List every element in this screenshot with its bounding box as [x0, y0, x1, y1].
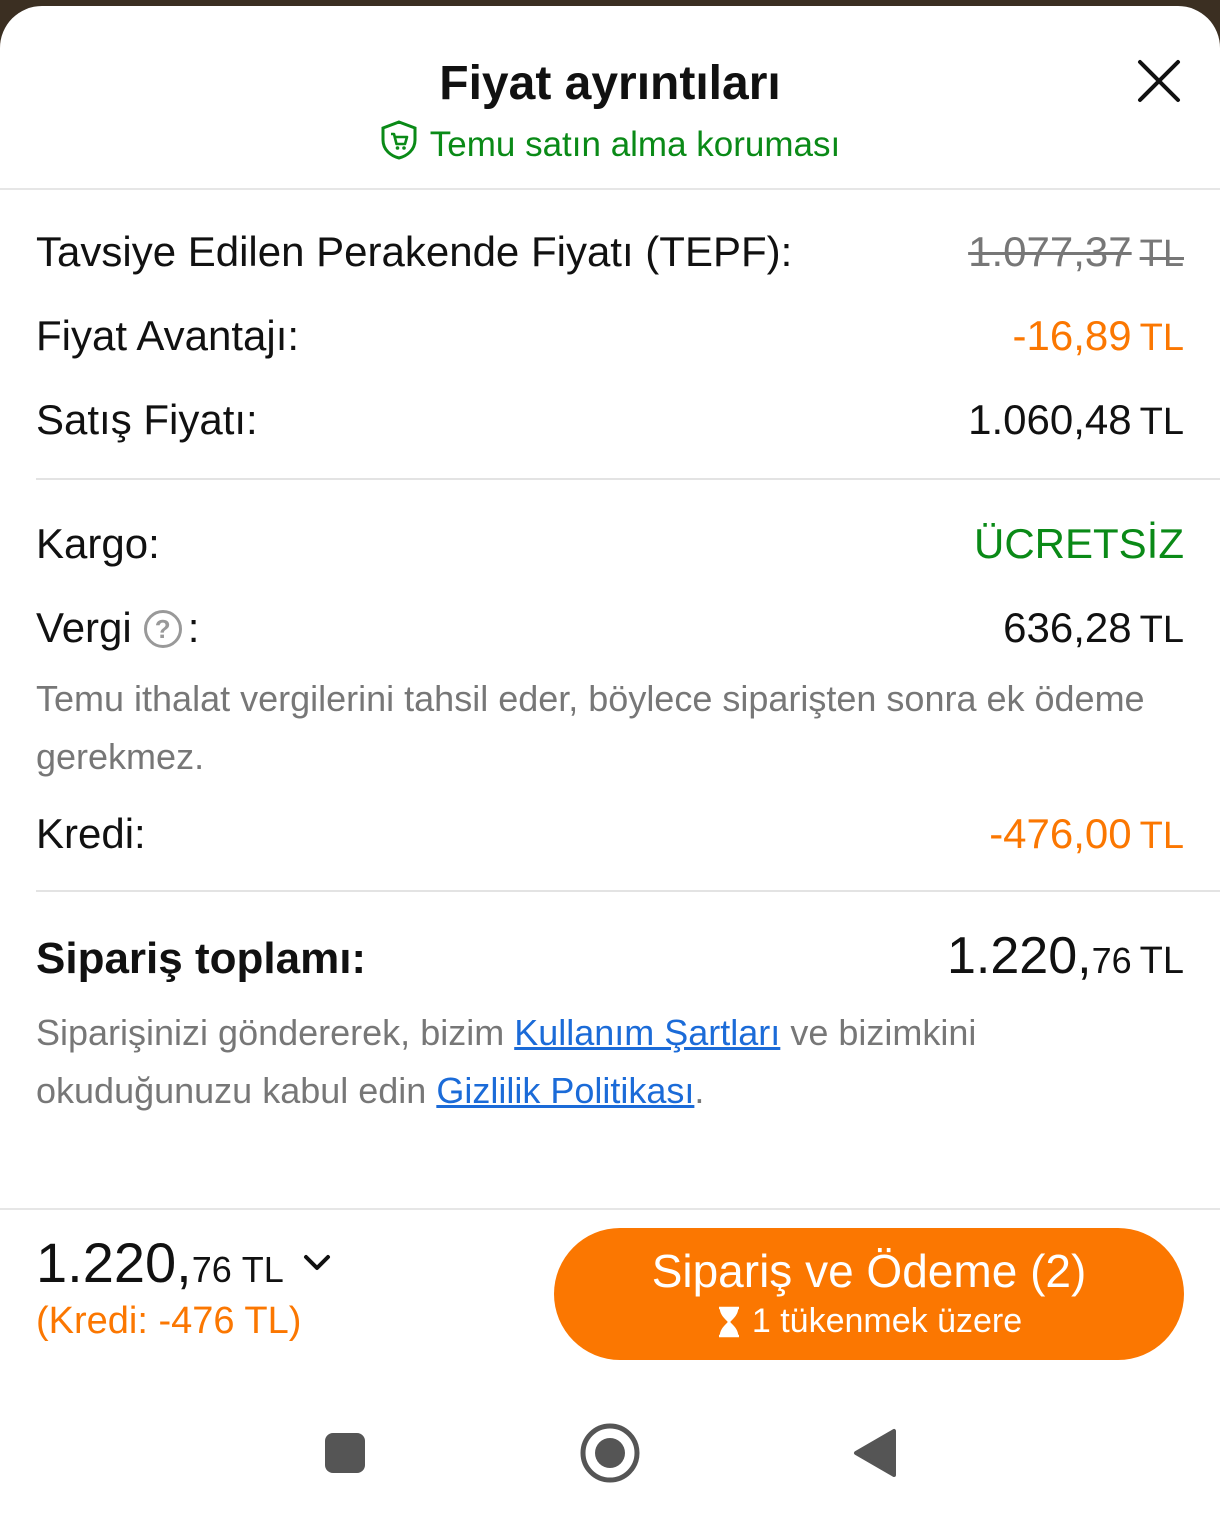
circle-icon [580, 1423, 640, 1483]
triangle-back-icon [854, 1429, 896, 1477]
divider [36, 478, 1220, 480]
order-total-value: 1.220,76 TL [947, 927, 1184, 985]
price-advantage-label: Fiyat Avantajı: [36, 312, 300, 359]
tax-label: Vergi [36, 604, 132, 651]
divider [36, 890, 1220, 892]
sale-price-label: Satış Fiyatı: [36, 396, 258, 443]
nav-recent-button[interactable] [310, 1418, 380, 1488]
purchase-protection[interactable]: Temu satın alma koruması [0, 120, 1220, 169]
sheet-title: Fiyat ayrıntıları [439, 57, 781, 110]
msrp-label: Tavsiye Edilen Perakende Fiyatı (TEPF): [36, 228, 793, 275]
credit-value: -476,00 TL [989, 810, 1184, 857]
sale-price-row: Satış Fiyatı: 1.060,48 TL [36, 396, 1184, 444]
order-and-pay-button[interactable]: Sipariş ve Ödeme (2) 1 tükenmek üzere [554, 1228, 1184, 1360]
hourglass-icon [718, 1306, 739, 1337]
price-advantage-value: -16,89 TL [1012, 312, 1184, 359]
tax-row: Vergi?: 636,28 TL [36, 604, 1184, 652]
shield-cart-icon [380, 120, 418, 169]
credit-label: Kredi: [36, 810, 146, 857]
credit-row: Kredi: -476,00 TL [36, 810, 1184, 858]
msrp-row: Tavsiye Edilen Perakende Fiyatı (TEPF): … [36, 228, 1184, 276]
shipping-row: Kargo: ÜCRETSİZ [36, 520, 1184, 568]
footer-total-dec: 76 [191, 1249, 232, 1290]
cta-subtext: 1 tükenmek üzere [554, 1302, 1184, 1341]
close-icon [1138, 60, 1180, 102]
nav-home-button[interactable] [575, 1418, 645, 1488]
terms-note: Siparişinizi göndererek, bizim Kullanım … [36, 1012, 977, 1111]
nav-back-button[interactable] [840, 1418, 910, 1488]
tax-colon: : [187, 604, 200, 651]
price-advantage-row: Fiyat Avantajı: -16,89 TL [36, 312, 1184, 360]
help-circle-icon[interactable]: ? [143, 610, 182, 648]
close-button[interactable] [1136, 58, 1182, 104]
cta-label: Sipariş ve Ödeme (2) [651, 1245, 1087, 1297]
footer-total[interactable]: 1.220, 76 TL [36, 1230, 332, 1295]
protection-label: Temu satın alma koruması [429, 124, 841, 164]
footer-credit-note: (Kredi: -476 TL) [36, 1300, 302, 1342]
sale-price-value: 1.060,48 TL [968, 396, 1184, 443]
shipping-value: ÜCRETSİZ [974, 520, 1184, 567]
tax-label-group: Vergi?: [36, 604, 199, 652]
checkout-footer: 1.220, 76 TL (Kredi: -476 TL) Sipariş ve Ö… [0, 1208, 1220, 1408]
footer-total-int: 1.220, [36, 1231, 192, 1294]
footer-currency: TL [241, 1249, 284, 1290]
privacy-policy-link[interactable]: Gizlilik Politikası [436, 1070, 694, 1111]
square-icon [325, 1433, 365, 1473]
price-details-sheet: Fiyat ayrıntıları Temu satın alma koruma… [0, 6, 1220, 1518]
order-total-label: Sipariş toplamı: [36, 934, 367, 983]
system-nav-bar [0, 1408, 1220, 1518]
shipping-label: Kargo: [36, 520, 160, 567]
tax-value: 636,28 TL [1003, 604, 1184, 651]
msrp-value: 1.077,37 TL [968, 228, 1184, 275]
order-total-row: Sipariş toplamı: 1.220,76 TL [36, 926, 1184, 986]
tax-note: Temu ithalat vergilerini tahsil eder, bö… [36, 678, 1145, 777]
terms-of-use-link[interactable]: Kullanım Şartları [514, 1012, 780, 1053]
sheet-header: Fiyat ayrıntıları Temu satın alma koruma… [0, 6, 1220, 190]
chevron-down-icon[interactable] [302, 1253, 332, 1273]
